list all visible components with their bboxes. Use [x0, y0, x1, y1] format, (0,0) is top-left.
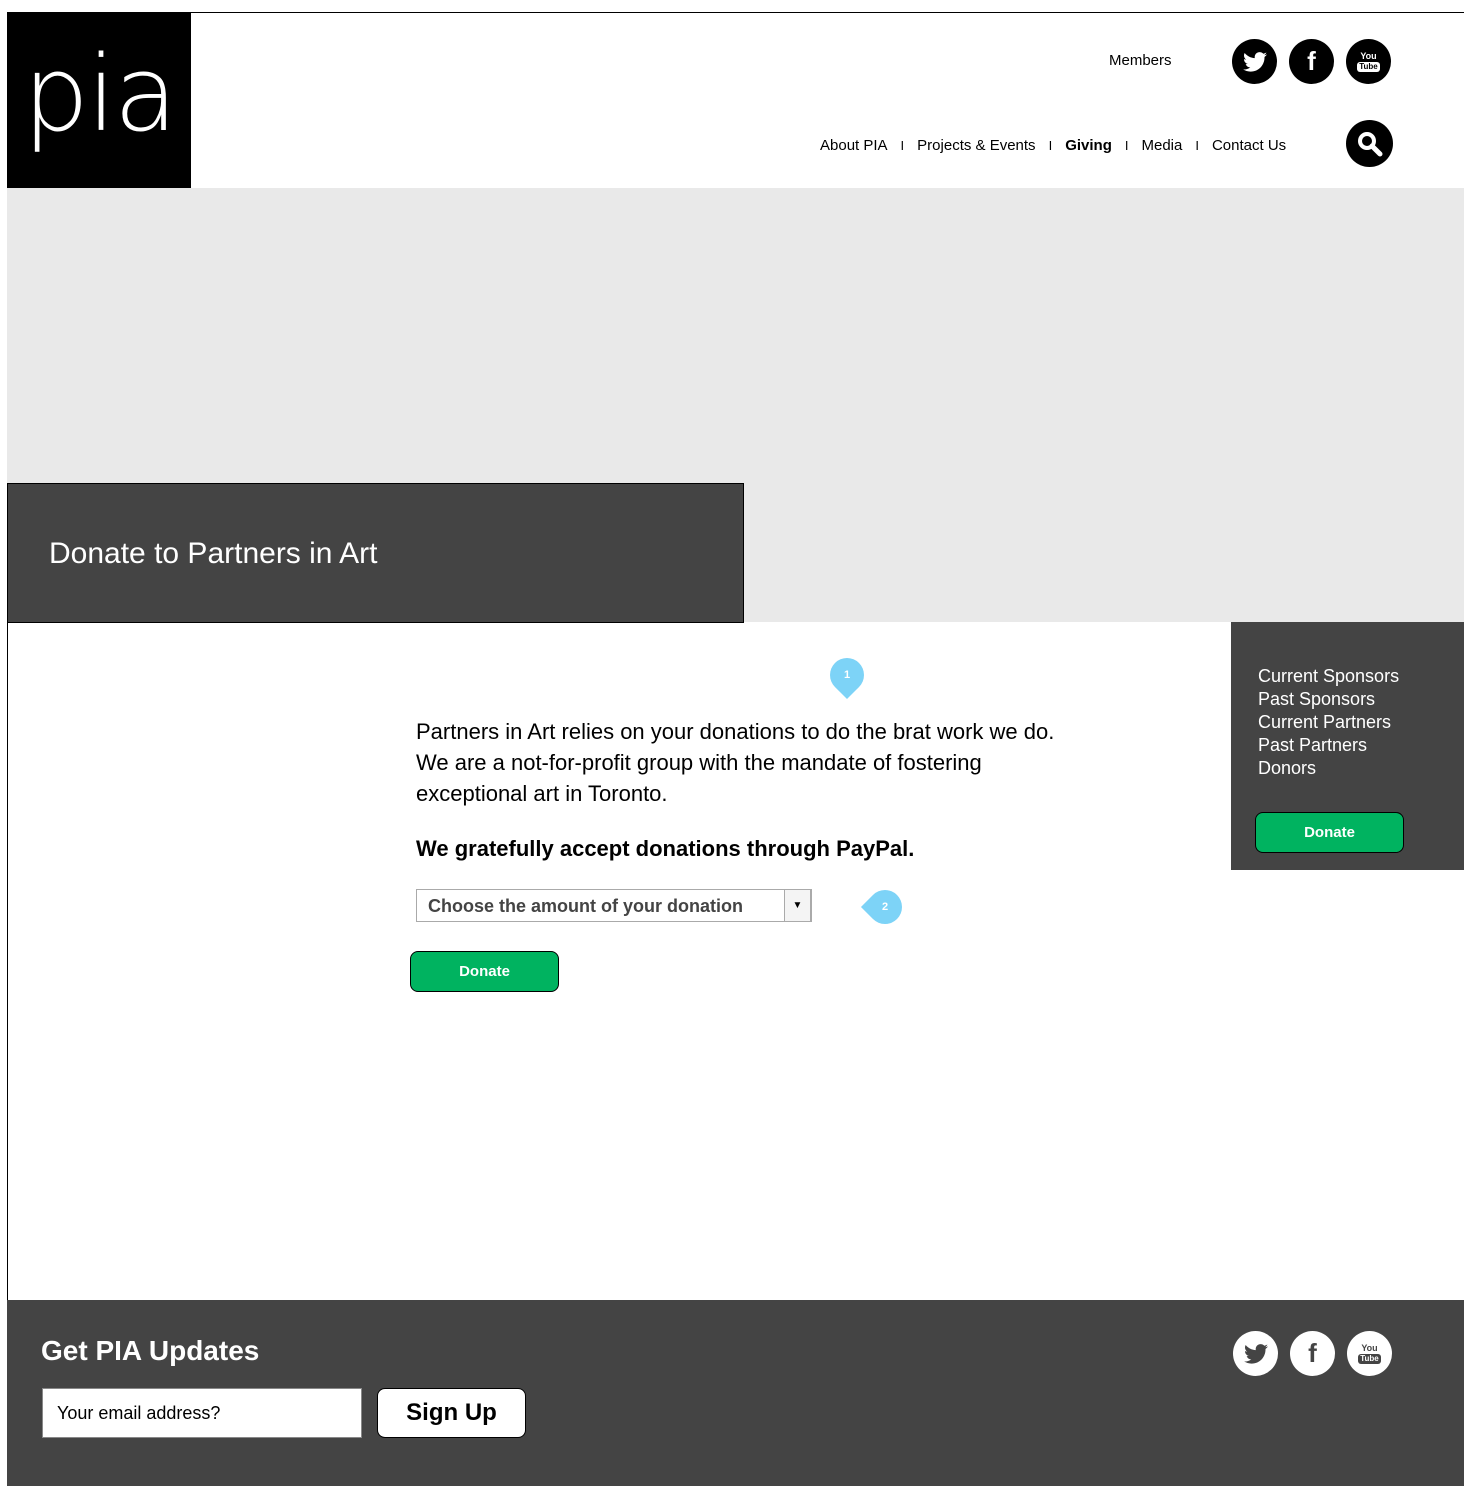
nav-separator: I — [900, 138, 905, 153]
social-links-header: f You Tube — [1232, 39, 1391, 84]
sign-up-button[interactable]: Sign Up — [377, 1388, 526, 1438]
facebook-icon[interactable]: f — [1289, 39, 1334, 84]
search-button[interactable] — [1346, 120, 1393, 167]
members-link[interactable]: Members — [1109, 52, 1172, 69]
donation-amount-select[interactable]: Choose the amount of your donation ▼ — [416, 889, 812, 922]
sidebar-item-donors[interactable]: Donors — [1258, 757, 1399, 780]
main-nav: About PIA I Projects & Events I Giving I… — [820, 137, 1286, 154]
facebook-icon[interactable]: f — [1290, 1331, 1335, 1376]
nav-giving[interactable]: Giving — [1065, 137, 1112, 154]
nav-contact-us[interactable]: Contact Us — [1212, 137, 1286, 154]
page-title: Donate to Partners in Art — [49, 537, 378, 570]
paypal-note: We gratefully accept donations through P… — [416, 836, 915, 861]
sidebar-item-past-partners[interactable]: Past Partners — [1258, 734, 1399, 757]
donation-amount-value: Choose the amount of your donation — [428, 896, 743, 916]
youtube-icon[interactable]: You Tube — [1346, 39, 1391, 84]
donate-button[interactable]: Donate — [410, 951, 559, 992]
intro-text: Partners in Art relies on your donations… — [416, 719, 1055, 806]
sidebar-item-current-partners[interactable]: Current Partners — [1258, 711, 1399, 734]
page-title-box: Donate to Partners in Art — [7, 483, 744, 623]
pia-logo[interactable]: pia — [7, 12, 191, 194]
nav-media[interactable]: Media — [1141, 137, 1182, 154]
sidebar-links: Current Sponsors Past Sponsors Current P… — [1258, 665, 1399, 780]
footer-title: Get PIA Updates — [41, 1335, 260, 1366]
logo-text: pia — [23, 33, 178, 155]
nav-separator: I — [1195, 138, 1199, 153]
footer: Get PIA Updates Sign Up f You Tube — [7, 1300, 1464, 1486]
nav-projects-events[interactable]: Projects & Events — [917, 137, 1035, 154]
social-links-footer: f You Tube — [1233, 1331, 1392, 1376]
sidebar-item-current-sponsors[interactable]: Current Sponsors — [1258, 665, 1399, 688]
dropdown-arrow-icon[interactable]: ▼ — [784, 889, 811, 922]
twitter-icon[interactable] — [1232, 39, 1277, 84]
giving-sidebar: Current Sponsors Past Sponsors Current P… — [1231, 622, 1464, 870]
email-field[interactable] — [42, 1388, 362, 1438]
nav-separator: I — [1124, 138, 1129, 153]
youtube-icon[interactable]: You Tube — [1347, 1331, 1392, 1376]
nav-separator: I — [1048, 138, 1053, 153]
twitter-icon[interactable] — [1233, 1331, 1278, 1376]
nav-about-pia[interactable]: About PIA — [820, 137, 888, 154]
search-icon — [1357, 131, 1382, 156]
sidebar-donate-button[interactable]: Donate — [1255, 812, 1404, 853]
sidebar-item-past-sponsors[interactable]: Past Sponsors — [1258, 688, 1399, 711]
